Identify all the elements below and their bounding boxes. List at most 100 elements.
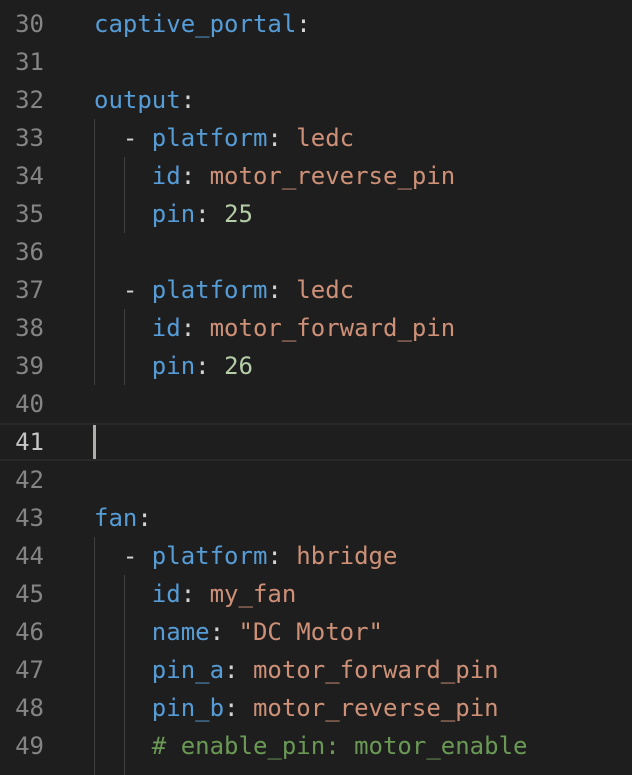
code-line[interactable]: 34 id: motor_reverse_pin <box>0 157 632 195</box>
code-text: captive_portal: <box>94 5 311 43</box>
code-indent: - <box>94 124 152 152</box>
code-indent: - <box>94 276 152 304</box>
yaml-separator: : <box>267 542 297 570</box>
code-line[interactable]: 37 - platform: ledc <box>0 271 632 309</box>
line-number: 30 <box>15 10 44 38</box>
code-text: - platform: ledc <box>94 119 354 157</box>
yaml-key: platform <box>151 124 268 152</box>
code-text: fan: <box>94 499 152 537</box>
line-number: 35 <box>15 200 44 228</box>
code-line[interactable]: 33 - platform: ledc <box>0 119 632 157</box>
line-number: 31 <box>15 48 44 76</box>
yaml-value: motor_forward_pin <box>252 656 499 684</box>
line-number: 43 <box>15 504 44 532</box>
yaml-separator: : <box>195 200 225 228</box>
yaml-key: name <box>151 618 210 646</box>
code-line[interactable]: 42 <box>0 461 632 499</box>
yaml-value: "DC Motor" <box>238 618 384 646</box>
code-text: id: motor_forward_pin <box>94 309 455 347</box>
yaml-key: pin <box>151 352 196 380</box>
yaml-value: ledc <box>296 276 355 304</box>
yaml-separator: : <box>224 656 253 684</box>
code-text: pin_a: motor_forward_pin <box>94 651 499 689</box>
yaml-value: ledc <box>296 124 355 152</box>
line-number: 48 <box>15 694 44 722</box>
code-line[interactable]: 32 output: <box>0 81 632 119</box>
line-number: 40 <box>15 390 44 418</box>
yaml-value: motor_reverse_pin <box>209 162 456 190</box>
code-text: name: "DC Motor" <box>94 613 383 651</box>
code-text: # enable_pin: motor_enable <box>94 727 528 765</box>
yaml-number: 25 <box>224 200 253 228</box>
yaml-value: motor_forward_pin <box>209 314 456 342</box>
code-text: pin: 25 <box>94 195 253 233</box>
yaml-separator: : <box>267 276 297 304</box>
yaml-separator: : <box>267 124 297 152</box>
line-number: 44 <box>15 542 44 570</box>
code-line[interactable]: 46 name: "DC Motor" <box>0 613 632 651</box>
line-number: 46 <box>15 618 44 646</box>
yaml-separator: : <box>180 86 196 114</box>
yaml-key: pin_a <box>151 656 225 684</box>
code-line[interactable]: 36 <box>0 233 632 271</box>
yaml-separator: : <box>195 352 225 380</box>
code-line[interactable]: 35 pin: 25 <box>0 195 632 233</box>
code-line[interactable]: 43 fan: <box>0 499 632 537</box>
yaml-separator: : <box>180 580 210 608</box>
yaml-value: motor_reverse_pin <box>252 694 499 722</box>
code-line[interactable]: 30 captive_portal: <box>0 5 632 43</box>
yaml-separator: : <box>296 10 311 38</box>
yaml-separator: : <box>137 504 152 532</box>
yaml-key: platform <box>151 542 268 570</box>
line-number: 49 <box>15 732 44 760</box>
line-number: 34 <box>15 162 44 190</box>
yaml-key: pin <box>151 200 196 228</box>
yaml-key: id <box>151 162 181 190</box>
yaml-value: my_fan <box>209 580 297 608</box>
yaml-key: id <box>151 314 181 342</box>
line-number: 45 <box>15 580 44 608</box>
yaml-separator: : <box>209 618 239 646</box>
code-line[interactable]: 49 # enable_pin: motor_enable <box>0 727 632 765</box>
code-text: id: my_fan <box>94 575 297 613</box>
line-number: 42 <box>15 466 44 494</box>
line-number: 39 <box>15 352 44 380</box>
code-text: pin: 26 <box>94 347 253 385</box>
code-text: output: <box>94 81 195 119</box>
code-line[interactable]: 47 pin_a: motor_forward_pin <box>0 651 632 689</box>
line-number: 41 <box>15 428 44 456</box>
code-line[interactable]: 41 <box>0 423 632 461</box>
text-cursor <box>93 425 96 459</box>
yaml-key: platform <box>151 276 268 304</box>
code-text: pin_b: motor_reverse_pin <box>94 689 499 727</box>
code-line[interactable]: 40 <box>0 385 632 423</box>
code-line[interactable]: 39 pin: 26 <box>0 347 632 385</box>
line-number: 33 <box>15 124 44 152</box>
yaml-number: 26 <box>224 352 253 380</box>
yaml-separator: : <box>180 314 210 342</box>
yaml-key: output <box>94 86 181 114</box>
line-number: 47 <box>15 656 44 684</box>
line-number: 36 <box>15 238 44 266</box>
yaml-key: id <box>151 580 181 608</box>
code-editor[interactable]: 30 captive_portal: 31 32 output: 33 - platfor… <box>0 0 632 775</box>
line-number: 38 <box>15 314 44 342</box>
code-line[interactable]: 44 - platform: hbridge <box>0 537 632 575</box>
yaml-separator: : <box>180 162 210 190</box>
line-number: 37 <box>15 276 44 304</box>
code-line[interactable]: 31 <box>0 43 632 81</box>
yaml-key: pin_b <box>151 694 225 722</box>
code-text: - platform: ledc <box>94 271 354 309</box>
code-line[interactable]: 48 pin_b: motor_reverse_pin <box>0 689 632 727</box>
yaml-separator: : <box>224 694 253 722</box>
code-text: - platform: hbridge <box>94 537 398 575</box>
code-line[interactable]: 45 id: my_fan <box>0 575 632 613</box>
code-line[interactable]: 38 id: motor_forward_pin <box>0 309 632 347</box>
